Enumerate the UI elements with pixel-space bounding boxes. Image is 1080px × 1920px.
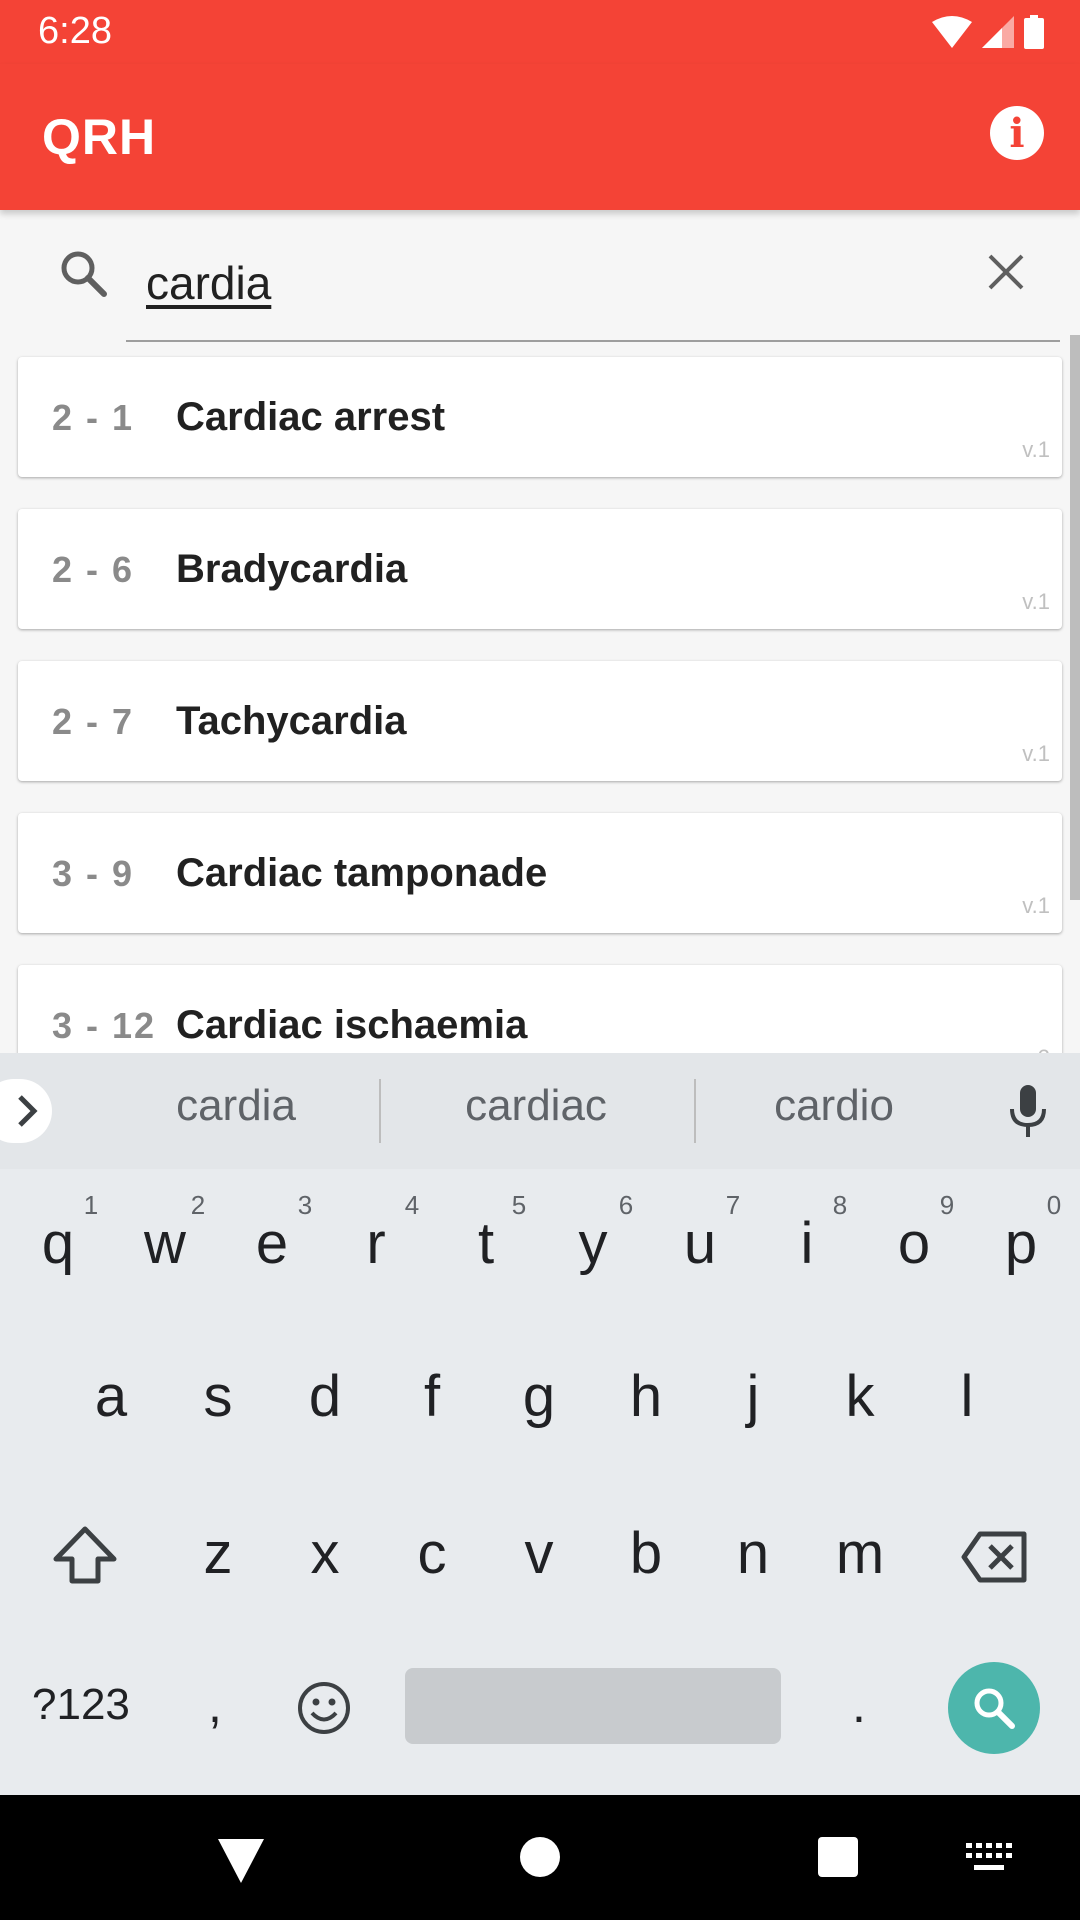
key-h[interactable]: h — [596, 1363, 696, 1430]
key-hint: 3 — [297, 1190, 313, 1220]
result-card[interactable]: 3 - 12 Cardiac ischaemia v.2 — [18, 965, 1062, 1053]
suggestion-divider — [694, 1079, 696, 1143]
keyboard-switch-icon[interactable] — [966, 1843, 1012, 1873]
result-card[interactable]: 2 - 6 Bradycardia v.1 — [18, 509, 1062, 629]
key-s[interactable]: s — [168, 1363, 268, 1430]
search-icon — [61, 251, 107, 297]
suggestion-bar: cardia cardiac cardio — [0, 1053, 1080, 1169]
key-hint: 4 — [404, 1190, 420, 1220]
backspace-icon[interactable] — [960, 1530, 1028, 1584]
period-key[interactable]: . — [852, 1676, 866, 1734]
key-hint: 1 — [83, 1190, 99, 1220]
key-m[interactable]: m — [810, 1520, 910, 1587]
nav-home-icon[interactable] — [520, 1837, 560, 1877]
suggestion-divider — [379, 1079, 381, 1143]
result-card[interactable]: 3 - 9 Cardiac tamponade v.1 — [18, 813, 1062, 933]
result-version: v.1 — [1022, 741, 1050, 766]
result-code: 2 - 6 — [52, 549, 135, 590]
suggestion-2[interactable]: cardiac — [436, 1081, 636, 1131]
shift-icon[interactable] — [50, 1523, 120, 1587]
result-title: Cardiac arrest — [176, 395, 446, 439]
suggestion-3[interactable]: cardio — [734, 1081, 934, 1131]
search-input[interactable]: cardia — [126, 238, 1060, 342]
result-version: v.2 — [1022, 1045, 1050, 1053]
key-hint: 0 — [1046, 1190, 1062, 1220]
info-icon[interactable]: i — [990, 106, 1044, 160]
key-hint: 9 — [939, 1190, 955, 1220]
key-k[interactable]: k — [810, 1363, 910, 1430]
key-hint: 2 — [190, 1190, 206, 1220]
key-hint: 6 — [618, 1190, 634, 1220]
clear-icon[interactable] — [980, 246, 1032, 298]
app-title: QRH — [42, 109, 157, 165]
key-z[interactable]: z — [168, 1520, 268, 1587]
suggestion-1[interactable]: cardia — [136, 1081, 336, 1131]
nav-bar — [0, 1795, 1080, 1920]
result-title: Cardiac ischaemia — [176, 1003, 528, 1047]
search-input-value: cardia — [146, 257, 272, 309]
result-version: v.1 — [1022, 437, 1050, 462]
nav-recents-icon[interactable] — [818, 1837, 858, 1877]
info-icon-glyph: i — [1009, 109, 1025, 157]
battery-icon — [1024, 15, 1044, 49]
result-card[interactable]: 2 - 7 Tachycardia v.1 — [18, 661, 1062, 781]
result-title: Bradycardia — [176, 547, 408, 591]
comma-key[interactable]: , — [208, 1676, 222, 1734]
app-bar: QRH i — [0, 64, 1080, 210]
result-card[interactable]: 2 - 1 Cardiac arrest v.1 — [18, 357, 1062, 477]
key-n[interactable]: n — [703, 1520, 803, 1587]
status-bar: 6:28 — [0, 0, 1080, 64]
key-d[interactable]: d — [275, 1363, 375, 1430]
chevron-right-icon[interactable] — [0, 1079, 52, 1143]
result-title: Cardiac tamponade — [176, 851, 548, 895]
key-v[interactable]: v — [489, 1520, 589, 1587]
key-b[interactable]: b — [596, 1520, 696, 1587]
result-title: Tachycardia — [176, 699, 407, 743]
result-code: 2 - 1 — [52, 397, 135, 438]
result-code: 3 - 9 — [52, 853, 135, 894]
nav-back-icon[interactable] — [218, 1839, 264, 1883]
space-key[interactable] — [405, 1668, 781, 1744]
key-l[interactable]: l — [917, 1363, 1017, 1430]
key-c[interactable]: c — [382, 1520, 482, 1587]
key-hint: 7 — [725, 1190, 741, 1220]
key-j[interactable]: j — [703, 1363, 803, 1430]
keyboard-search-icon[interactable] — [948, 1662, 1040, 1754]
search-row: cardia — [0, 210, 1080, 342]
key-hint: 8 — [832, 1190, 848, 1220]
status-icons — [932, 14, 1044, 50]
signal-icon — [982, 16, 1014, 48]
key-hint: 5 — [511, 1190, 527, 1220]
key-a[interactable]: a — [61, 1363, 161, 1430]
wifi-icon — [932, 16, 972, 48]
key-g[interactable]: g — [489, 1363, 589, 1430]
status-time: 6:28 — [38, 10, 112, 52]
result-code: 2 - 7 — [52, 701, 135, 742]
symbols-key[interactable]: ?123 — [32, 1680, 130, 1730]
result-code: 3 - 12 — [52, 1005, 157, 1046]
mic-icon[interactable] — [1004, 1083, 1052, 1139]
results-list: 2 - 1 Cardiac arrest v.1 2 - 6 Bradycard… — [0, 335, 1080, 1053]
result-version: v.1 — [1022, 589, 1050, 614]
emoji-icon[interactable] — [296, 1680, 352, 1736]
key-x[interactable]: x — [275, 1520, 375, 1587]
results-scrollbar[interactable] — [1070, 335, 1080, 900]
key-f[interactable]: f — [382, 1363, 482, 1430]
result-version: v.1 — [1022, 893, 1050, 918]
